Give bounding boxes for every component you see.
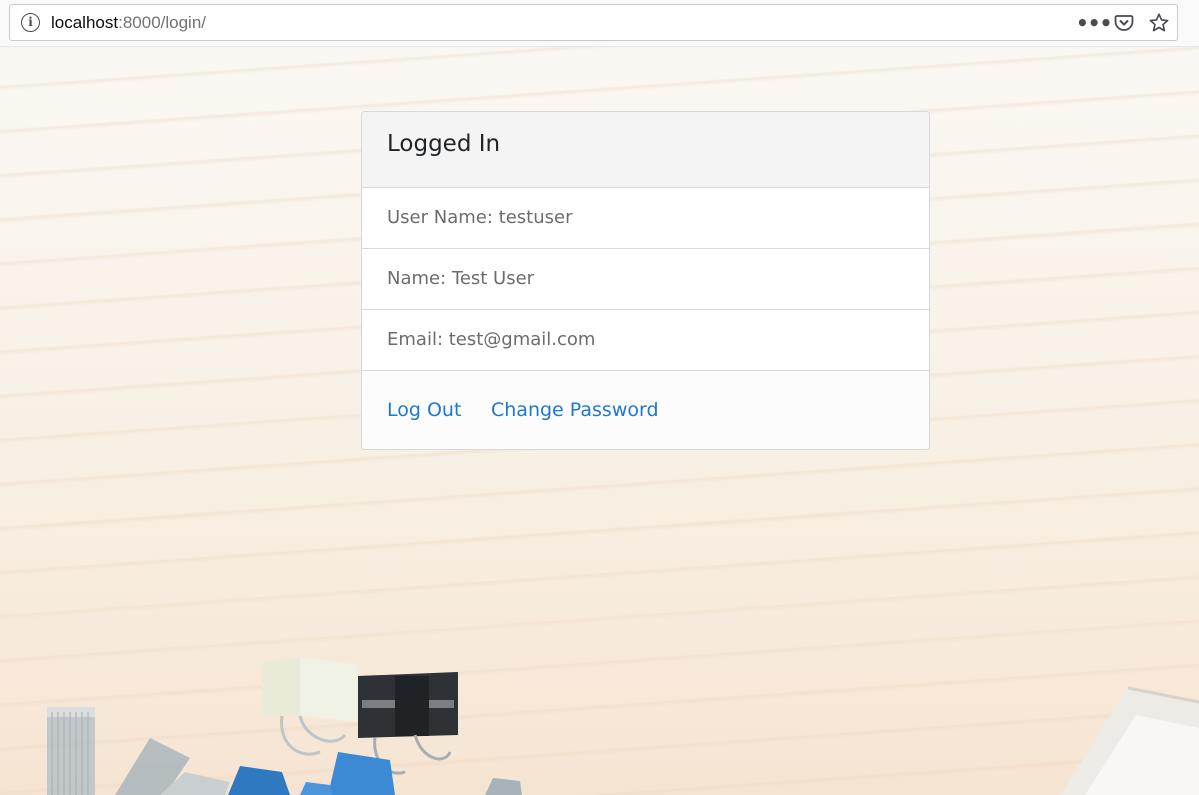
list-item-username: User Name: testuser (362, 188, 929, 249)
logged-in-card: Logged In User Name: testuser Name: Test… (361, 111, 930, 450)
url-path: :8000/login/ (118, 13, 207, 32)
address-bar[interactable]: i localhost:8000/login/ ••• (9, 4, 1178, 41)
pocket-icon[interactable] (1111, 11, 1137, 35)
browser-toolbar: i localhost:8000/login/ ••• (0, 0, 1199, 47)
url-host: localhost (51, 13, 119, 32)
bookmark-star-icon[interactable] (1146, 11, 1172, 35)
list-item-name: Name: Test User (362, 249, 929, 310)
card-title: Logged In (387, 131, 501, 157)
change-password-link[interactable]: Change Password (491, 399, 659, 421)
name-text: Name: Test User (387, 268, 535, 289)
logout-link[interactable]: Log Out (387, 399, 461, 421)
more-options-icon[interactable]: ••• (1076, 11, 1112, 35)
username-text: User Name: testuser (387, 207, 573, 228)
email-text: Email: test@gmail.com (387, 329, 596, 350)
card-header: Logged In (362, 112, 929, 188)
info-icon[interactable]: i (21, 13, 40, 32)
url-text[interactable]: localhost:8000/login/ (51, 13, 206, 33)
card-footer: Log Out Change Password (362, 371, 929, 449)
list-item-email: Email: test@gmail.com (362, 310, 929, 371)
